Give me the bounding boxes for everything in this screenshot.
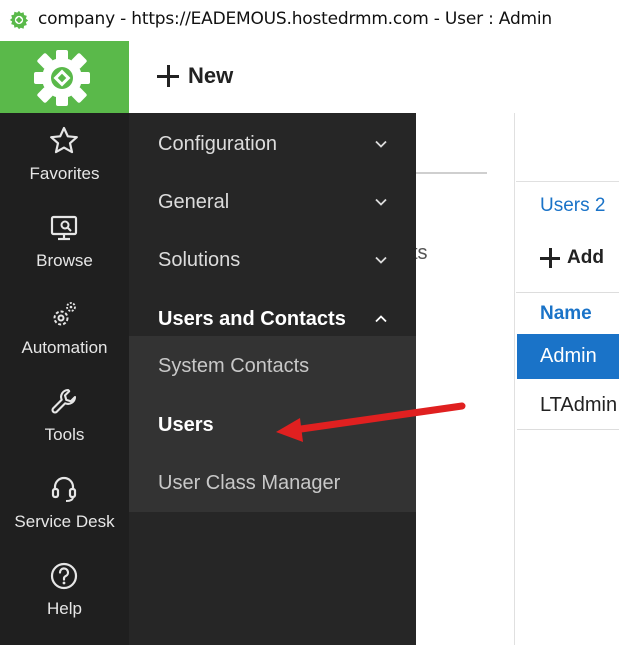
menu-item-solutions[interactable]: Solutions — [129, 230, 416, 288]
sidebar-item-browse[interactable]: Browse — [0, 200, 129, 284]
window-titlebar: company - https://EADEMOUS.hostedrmm.com… — [0, 0, 619, 40]
sidebar-item-label: Tools — [44, 425, 85, 444]
submenu-item-system-contacts[interactable]: System Contacts — [129, 336, 416, 394]
sidebar-item-label: Service Desk — [14, 512, 115, 531]
grid-separator — [516, 292, 619, 293]
submenu-item-label: User Class Manager — [158, 472, 341, 494]
sidebar: Favorites Browse Automation Tools Servic… — [0, 113, 129, 645]
menu-item-label: Solutions — [158, 249, 241, 271]
monitor-search-icon — [50, 215, 78, 241]
gear-icon — [9, 10, 29, 30]
add-button[interactable]: Add — [540, 247, 604, 269]
top-bar: New — [129, 41, 619, 114]
menu-item-general[interactable]: General — [129, 172, 416, 230]
sidebar-item-label: Browse — [36, 251, 93, 270]
chevron-up-icon — [375, 315, 387, 323]
sidebar-item-favorites[interactable]: Favorites — [0, 113, 129, 197]
table-row[interactable]: LTAdmin — [517, 383, 619, 430]
sidebar-item-service-desk[interactable]: Service Desk — [0, 461, 129, 545]
tab-users[interactable]: Users 2 — [540, 195, 605, 217]
new-button-label: New — [188, 63, 234, 88]
table-cell-name: Admin — [540, 345, 597, 367]
table-row[interactable]: Admin — [517, 334, 619, 379]
flyout-menu: Configuration General Solutions Users an… — [129, 113, 416, 645]
sidebar-item-automation[interactable]: Automation — [0, 287, 129, 371]
sidebar-item-tools[interactable]: Tools — [0, 374, 129, 458]
sidebar-item-label: Favorites — [29, 164, 100, 183]
divider — [406, 172, 487, 174]
headset-icon — [51, 476, 77, 502]
sidebar-item-help[interactable]: Help — [0, 548, 129, 632]
table-cell-name: LTAdmin — [540, 394, 618, 416]
app-logo[interactable] — [0, 41, 129, 113]
add-button-label: Add — [567, 247, 604, 268]
main-content: ts Users 2 Add Name Admin LTAdmin — [406, 113, 619, 645]
submenu-item-label: Users — [158, 414, 214, 436]
new-button[interactable]: New — [157, 63, 233, 89]
menu-item-configuration[interactable]: Configuration — [129, 114, 416, 172]
menu-item-label: Configuration — [158, 133, 277, 155]
submenu-item-label: System Contacts — [158, 355, 310, 377]
chevron-down-icon — [375, 140, 387, 148]
sidebar-item-label: Help — [47, 599, 82, 618]
column-header-name[interactable]: Name — [540, 303, 592, 325]
panel-divider — [514, 113, 515, 645]
chevron-down-icon — [375, 256, 387, 264]
star-icon — [50, 126, 78, 154]
chevron-down-icon — [375, 198, 387, 206]
help-icon — [50, 562, 78, 590]
sidebar-item-label: Automation — [21, 338, 108, 357]
window-title: company - https://EADEMOUS.hostedrmm.com… — [38, 9, 552, 29]
tab-underline — [516, 181, 619, 182]
gear-logo-icon — [34, 50, 90, 106]
annotation-arrow-icon — [276, 402, 466, 442]
gears-icon — [53, 302, 76, 326]
wrench-icon — [51, 388, 77, 414]
menu-item-label: Users and Contacts — [158, 308, 346, 330]
submenu-item-user-class-manager[interactable]: User Class Manager — [129, 453, 416, 511]
plus-icon — [540, 248, 560, 268]
menu-item-label: General — [158, 191, 230, 213]
plus-icon — [157, 65, 179, 87]
